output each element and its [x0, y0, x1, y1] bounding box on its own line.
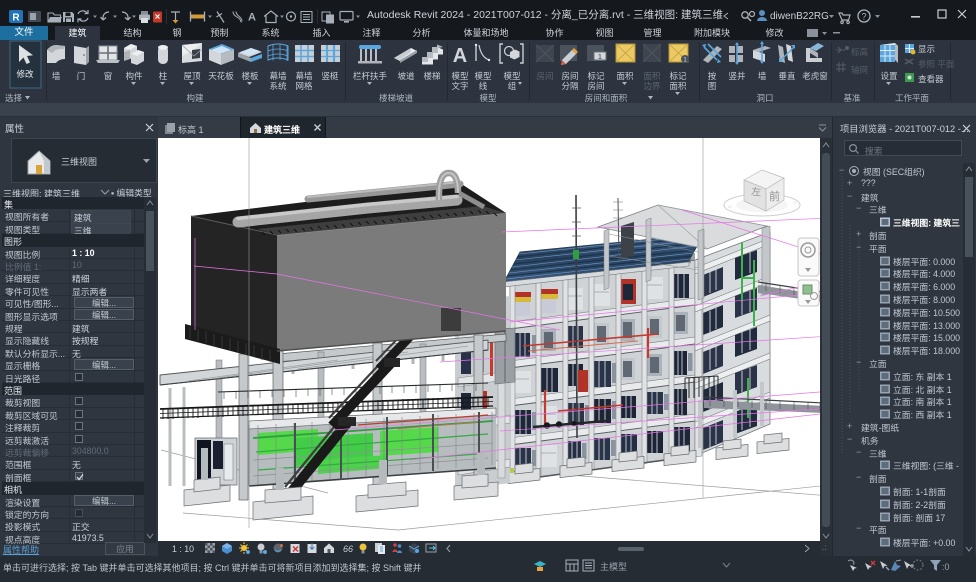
svg-text:组: 组 — [508, 81, 517, 91]
svg-text:文字: 文字 — [451, 81, 468, 91]
svg-text:楼梯: 楼梯 — [423, 71, 441, 81]
svg-text:房间: 房间 — [587, 81, 604, 91]
svg-text:前: 前 — [769, 189, 780, 203]
svg-text:幕墙: 幕墙 — [269, 71, 287, 81]
svg-text:网格: 网格 — [295, 81, 313, 91]
svg-text:柱: 柱 — [159, 71, 168, 81]
svg-text:工作平面: 工作平面 — [895, 93, 930, 103]
svg-text:左: 左 — [751, 185, 762, 199]
svg-text::0: :0 — [942, 562, 950, 572]
svg-text:A: A — [248, 12, 256, 24]
svg-text:图: 图 — [708, 81, 717, 91]
svg-text:模型: 模型 — [451, 71, 469, 81]
svg-text:?: ? — [861, 12, 866, 22]
svg-text:标高: 标高 — [851, 47, 868, 57]
svg-text:显示: 显示 — [918, 44, 935, 54]
svg-text:房间: 房间 — [536, 71, 553, 81]
svg-text:构建: 构建 — [186, 93, 204, 103]
svg-text:竖梃: 竖梃 — [321, 71, 339, 81]
svg-text:墙: 墙 — [52, 71, 61, 81]
svg-text:竖井: 竖井 — [728, 71, 745, 81]
svg-text:修改: 修改 — [16, 69, 34, 79]
svg-text:R: R — [12, 13, 20, 24]
svg-text:垂直: 垂直 — [778, 71, 796, 81]
svg-text:diwenB22RG: diwenB22RG — [770, 11, 829, 22]
svg-text:坡道: 坡道 — [397, 71, 415, 81]
svg-text:66: 66 — [343, 544, 353, 554]
svg-text:参照 平面: 参照 平面 — [918, 59, 955, 69]
svg-text:标记: 标记 — [587, 71, 605, 81]
svg-text:面积: 面积 — [643, 71, 661, 81]
svg-text:构件: 构件 — [125, 71, 143, 81]
svg-text:老虎窗: 老虎窗 — [802, 71, 828, 81]
svg-text:窗: 窗 — [104, 71, 113, 81]
svg-text:系统: 系统 — [269, 81, 287, 91]
svg-text:房间和面积: 房间和面积 — [585, 93, 628, 103]
svg-text:E: E — [794, 200, 797, 205]
svg-text:模型: 模型 — [474, 71, 492, 81]
svg-text:房间: 房间 — [561, 71, 578, 81]
svg-text:标记: 标记 — [669, 71, 687, 81]
svg-text:屋顶: 屋顶 — [183, 71, 201, 81]
svg-text:边界: 边界 — [643, 81, 661, 91]
svg-text:主模型: 主模型 — [600, 561, 627, 572]
svg-text:模型: 模型 — [503, 71, 521, 81]
svg-text:选择: 选择 — [5, 93, 23, 103]
svg-text:模型: 模型 — [479, 93, 497, 103]
svg-text:W: W — [728, 204, 732, 209]
svg-text:栏杆扶手: 栏杆扶手 — [353, 71, 388, 81]
svg-text:面积: 面积 — [669, 81, 687, 91]
svg-text:洞口: 洞口 — [756, 93, 773, 103]
svg-text:面积: 面积 — [616, 71, 634, 81]
svg-text:设置: 设置 — [880, 71, 898, 81]
svg-text:查看器: 查看器 — [918, 74, 944, 84]
svg-text:线: 线 — [479, 81, 488, 91]
svg-text:门: 门 — [77, 71, 86, 81]
svg-text:分隔: 分隔 — [561, 81, 579, 91]
svg-text:楼梯坡道: 楼梯坡道 — [379, 93, 414, 103]
svg-text:按: 按 — [708, 71, 717, 81]
svg-text:1: 1 — [598, 54, 602, 61]
svg-text:墙: 墙 — [758, 71, 767, 81]
svg-text:幕墙: 幕墙 — [295, 71, 313, 81]
svg-text:A: A — [453, 45, 467, 67]
svg-text:楼板: 楼板 — [241, 71, 259, 81]
svg-text:基准: 基准 — [843, 93, 861, 103]
svg-text:天花板: 天花板 — [208, 71, 234, 81]
svg-text:轴网: 轴网 — [851, 65, 868, 75]
